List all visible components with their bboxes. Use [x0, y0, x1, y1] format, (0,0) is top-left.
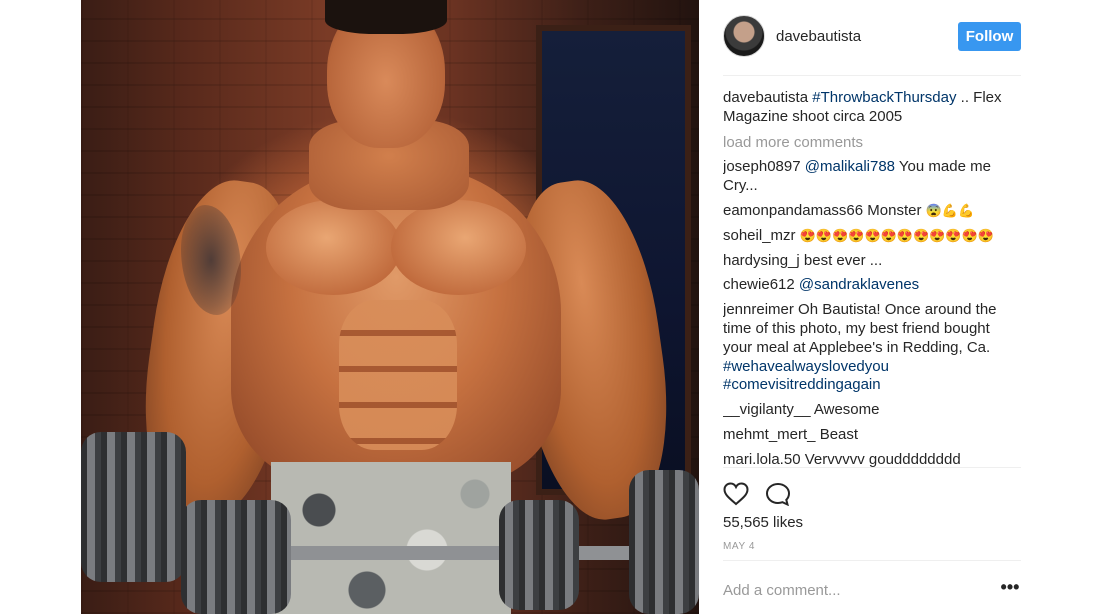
- comment-item: joseph0897 @malikali788 You made me Cry.…: [723, 158, 1021, 196]
- follow-button[interactable]: Follow: [958, 22, 1021, 51]
- comment-username[interactable]: mari.lola.50: [723, 451, 801, 467]
- post-header: davebautista Follow: [723, 0, 1021, 76]
- comments-list[interactable]: davebautista #ThrowbackThursday .. Flex …: [723, 86, 1021, 467]
- add-comment-input[interactable]: [723, 576, 983, 604]
- comment-text: Vervvvvv goudddddddd: [800, 450, 961, 467]
- comment-item: __vigilanty__ Awesome: [723, 401, 1021, 420]
- comment-username[interactable]: eamonpandamass66: [723, 202, 863, 219]
- post-actions: 55,565 likes MAY 4: [723, 467, 1021, 563]
- post-caption: davebautista #ThrowbackThursday .. Flex …: [723, 89, 1021, 127]
- speech-bubble-icon[interactable]: [765, 482, 791, 506]
- photo-hair: [325, 0, 447, 34]
- comment-item: hardysing_j best ever ...: [723, 252, 1021, 271]
- comment-username[interactable]: jennreimer: [723, 301, 794, 318]
- caption-username[interactable]: davebautista: [723, 89, 808, 106]
- comment-item: mari.lola.50 Vervvvvv goudddddddd: [723, 451, 1021, 467]
- comments-container: joseph0897 @malikali788 You made me Cry.…: [723, 158, 1021, 467]
- comment-hashtag[interactable]: #wehavealwayslovedyou: [723, 358, 889, 375]
- post-date[interactable]: MAY 4: [723, 541, 755, 552]
- profile-avatar[interactable]: [723, 15, 765, 57]
- comment-emoji: 😍😍😍😍😍😍😍😍😍😍😍😍: [799, 227, 994, 243]
- photo-right-pec: [391, 200, 526, 295]
- comment-username[interactable]: soheil_mzr: [723, 227, 796, 244]
- comment-emoji: 😨💪💪: [925, 202, 975, 218]
- post-side-panel: davebautista Follow davebautista #Throwb…: [699, 0, 1039, 614]
- comment-item: eamonpandamass66 Monster 😨💪💪: [723, 202, 1021, 221]
- comment-hashtag[interactable]: #comevisitreddingagain: [723, 376, 881, 393]
- comment-mention[interactable]: @sandraklavenes: [799, 276, 919, 293]
- comment-text: Awesome: [810, 401, 880, 419]
- more-options-icon[interactable]: •••: [999, 578, 1021, 600]
- comment-item: mehmt_mert_ Beast: [723, 426, 1021, 445]
- photo-dumbbell-plate: [181, 500, 291, 614]
- load-more-comments-link[interactable]: load more comments: [723, 134, 1021, 153]
- post-author-username[interactable]: davebautista: [776, 28, 861, 45]
- photo-left-pec: [266, 200, 401, 295]
- comment-text: Beast: [815, 425, 859, 443]
- post-photo[interactable]: [81, 0, 699, 614]
- comment-username[interactable]: joseph0897: [723, 158, 801, 175]
- photo-abs: [339, 300, 457, 450]
- comment-username[interactable]: chewie612: [723, 276, 795, 293]
- comment-text: Monster: [863, 201, 926, 219]
- photo-dumbbell-plate: [499, 500, 579, 610]
- add-comment-bar: •••: [723, 560, 1021, 614]
- photo-dumbbell-plate: [81, 432, 186, 582]
- comment-item: chewie612 @sandraklavenes: [723, 276, 1021, 295]
- comment-username[interactable]: mehmt_mert_: [723, 426, 816, 443]
- comment-text: best ever ...: [799, 251, 883, 269]
- heart-outline-icon[interactable]: [723, 482, 749, 506]
- photo-dumbbell-plate: [629, 470, 699, 614]
- comment-username[interactable]: hardysing_j: [723, 252, 800, 269]
- likes-count[interactable]: 55,565 likes: [723, 514, 803, 531]
- comment-username[interactable]: __vigilanty__: [723, 401, 811, 418]
- caption-hashtag[interactable]: #ThrowbackThursday: [812, 89, 956, 106]
- comment-item: soheil_mzr 😍😍😍😍😍😍😍😍😍😍😍😍: [723, 227, 1021, 246]
- comment-item: jennreimer Oh Bautista! Once around the …: [723, 301, 1021, 395]
- photo-camo-shorts: [271, 462, 511, 614]
- comment-mention[interactable]: @malikali788: [805, 158, 895, 175]
